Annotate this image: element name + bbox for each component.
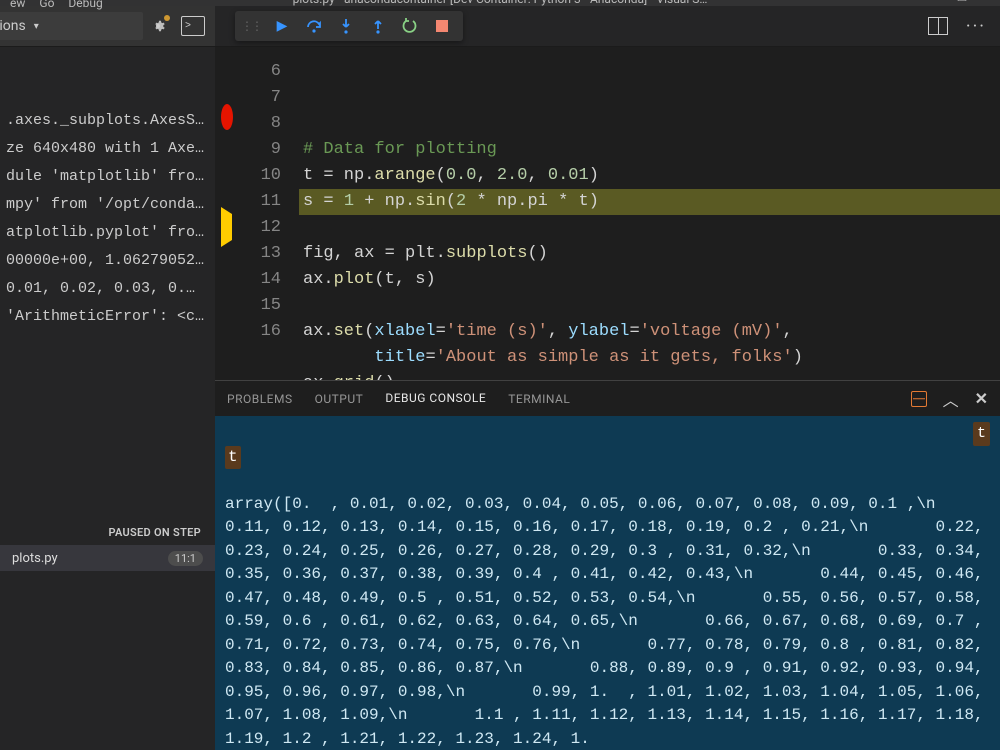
code-line[interactable]: ax.set(xlabel='time (s)', ylabel='voltag…	[299, 319, 1000, 345]
console-output: array([0. , 0.01, 0.02, 0.03, 0.04, 0.05…	[225, 493, 990, 750]
variable-row[interactable]: atplotlib.pyplot' fro…	[0, 219, 215, 247]
step-over-button[interactable]	[299, 12, 329, 40]
code-line[interactable]: ax.plot(t, s)	[299, 267, 1000, 293]
debug-config-label: urations	[0, 18, 26, 34]
step-out-button[interactable]	[363, 12, 393, 40]
variable-row[interactable]: 00000e+00, 1.06279052…	[0, 247, 215, 275]
variable-row[interactable]: dule 'matplotlib' fro…	[0, 163, 215, 191]
type-badge: t	[973, 422, 990, 446]
gutter: 678910111213141516	[215, 59, 299, 380]
breakpoint-icon[interactable]	[221, 104, 233, 130]
variable-row[interactable]: .axes._subplots.AxesS…	[0, 107, 215, 135]
split-editor-icon[interactable]	[928, 17, 948, 35]
tab-problems[interactable]: PROBLEMS	[227, 381, 293, 416]
code-line[interactable]	[299, 215, 1000, 241]
menu-item[interactable]: ew	[10, 0, 25, 6]
code-line[interactable]: ax.grid()	[299, 371, 1000, 380]
code-line[interactable]: title='About as simple as it gets, folks…	[299, 345, 1000, 371]
bottom-panel: PROBLEMS OUTPUT DEBUG CONSOLE TERMINAL ︿…	[215, 380, 1000, 750]
callstack-header: PAUSED ON STEP	[0, 520, 215, 545]
stop-button[interactable]	[427, 12, 457, 40]
code-line[interactable]	[299, 293, 1000, 319]
continue-button[interactable]: ▶	[267, 12, 297, 40]
debug-config-dropdown[interactable]: urations ▾	[0, 12, 143, 40]
callstack-frame[interactable]: plots.py 11:1	[0, 545, 215, 571]
line-number: 9	[215, 137, 281, 163]
frame-location: 11:1	[168, 551, 203, 566]
variable-row[interactable]: mpy' from '/opt/conda…	[0, 191, 215, 219]
menu-item[interactable]: Debug	[68, 0, 102, 6]
line-number: 15	[215, 293, 281, 319]
step-into-button[interactable]	[331, 12, 361, 40]
debug-toolbar: ⋮⋮ ▶	[235, 11, 463, 41]
frame-file: plots.py	[12, 551, 58, 566]
variables-list: .axes._subplots.AxesS… ze 640x480 with 1…	[0, 47, 215, 331]
stop-icon	[436, 20, 448, 32]
code-line[interactable]: # Data for plotting	[299, 137, 1000, 163]
titlebar: ew Go Debug plots.py - anacondacontainer…	[0, 0, 1000, 6]
code-editor[interactable]: 678910111213141516 # Data for plottingt …	[215, 47, 1000, 380]
variable-row[interactable]: 'ArithmeticError': <c…	[0, 303, 215, 331]
current-line-icon	[221, 207, 232, 247]
menu-bar: ew Go Debug	[10, 0, 103, 6]
tab-output[interactable]: OUTPUT	[315, 381, 364, 416]
code-line[interactable]: fig, ax = plt.subplots()	[299, 241, 1000, 267]
close-panel-icon[interactable]: ✕	[975, 389, 988, 408]
tab-debug-console[interactable]: DEBUG CONSOLE	[385, 381, 486, 417]
eval-expression: t	[225, 446, 241, 470]
drag-grip-icon[interactable]: ⋮⋮	[241, 19, 261, 33]
debug-console-icon[interactable]	[181, 16, 205, 36]
debug-sidebar: .axes._subplots.AxesS… ze 640x480 with 1…	[0, 47, 215, 750]
debug-console-body[interactable]: t t array([0. , 0.01, 0.02, 0.03, 0.04, …	[215, 416, 1000, 750]
gear-icon[interactable]	[149, 17, 167, 35]
more-icon[interactable]: ···	[966, 16, 986, 37]
line-number: 6	[215, 59, 281, 85]
top-toolbar: urations ▾ ⋮⋮ ▶ ···	[0, 6, 1000, 47]
window-title: plots.py - anacondacontainer [Dev Contai…	[0, 0, 1000, 6]
line-number: 16	[215, 319, 281, 345]
menu-item[interactable]: Go	[39, 0, 54, 6]
collapse-panel-icon[interactable]: ︿	[943, 387, 959, 411]
line-number: 10	[215, 163, 281, 189]
code-line[interactable]: t = np.arange(0.0, 2.0, 0.01)	[299, 163, 1000, 189]
tab-terminal[interactable]: TERMINAL	[508, 381, 570, 416]
line-number: 14	[215, 267, 281, 293]
variable-row[interactable]: ze 640x480 with 1 Axe…	[0, 135, 215, 163]
panel-tabs: PROBLEMS OUTPUT DEBUG CONSOLE TERMINAL ︿…	[215, 381, 1000, 416]
debug-config-area: urations ▾	[0, 6, 215, 46]
code-content[interactable]: # Data for plottingt = np.arange(0.0, 2.…	[299, 59, 1000, 380]
chevron-down-icon: ▾	[34, 21, 39, 32]
restart-button[interactable]	[395, 12, 425, 40]
clear-console-icon[interactable]	[911, 391, 927, 407]
variable-row[interactable]: 0.01, 0.02, 0.03, 0.…	[0, 275, 215, 303]
